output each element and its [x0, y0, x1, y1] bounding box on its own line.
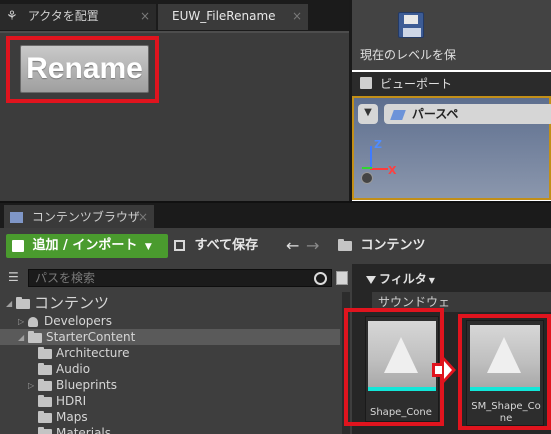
tab-place-actors-label: アクタを配置 [27, 9, 99, 23]
asset-label: SM_Shape_Cone [471, 401, 541, 424]
arrow-right-icon[interactable]: ▷ [18, 314, 28, 330]
path-root-button[interactable]: コンテンツ [338, 234, 448, 258]
folder-icon [38, 410, 52, 423]
save-level-label: 現在のレベルを保 [360, 48, 457, 62]
asset-tile[interactable]: SM_Shape_Cone [466, 320, 544, 426]
asset-thumbnail [368, 321, 436, 387]
asset-thumbnail [470, 325, 540, 387]
close-icon[interactable]: × [140, 4, 150, 28]
chevron-down-icon: ▼ [144, 242, 152, 252]
tree-item-label: Materials [56, 426, 112, 434]
viewport-tab-label: ビューポート [380, 77, 453, 91]
search-placeholder: パスを検索 [35, 271, 96, 285]
filter-icon [366, 275, 376, 284]
tree-item-architecture[interactable]: Architecture [38, 345, 129, 361]
user-icon [28, 316, 38, 327]
add-import-button[interactable]: 追加 / インポート ▼ [6, 234, 168, 258]
tree-item-hdri[interactable]: HDRI [38, 393, 86, 409]
tree-item-label: StarterContent [46, 330, 136, 344]
axis-gizmo: Z X [360, 138, 400, 184]
cone-icon [384, 337, 418, 373]
asset-tile[interactable]: Shape_Cone [365, 316, 439, 422]
tab-content-browser-label: コンテンツブラウザ [31, 210, 140, 224]
close-icon[interactable]: × [292, 4, 302, 28]
save-all-button[interactable]: すべて保存 [174, 234, 274, 258]
folder-icon [338, 238, 352, 251]
filter-tag-label: サウンドウェ [378, 295, 451, 309]
place-actors-icon: ⚘ [6, 9, 18, 24]
cone-icon [487, 337, 521, 373]
add-import-label: 追加 / インポート [32, 238, 138, 253]
tab-euw-filerename[interactable]: EUW_FileRename × [158, 4, 308, 30]
tree-item-maps[interactable]: Maps [38, 409, 88, 425]
axis-z-label: Z [374, 138, 382, 151]
save-all-label: すべて保存 [194, 238, 259, 253]
arrow-right-icon[interactable]: ▷ [28, 378, 38, 394]
asset-label: Shape_Cone [370, 407, 432, 418]
tab-place-actors[interactable]: ⚘ アクタを配置 × [0, 4, 156, 30]
filter-label: フィルタ [379, 272, 427, 286]
viewport-icon [360, 77, 372, 89]
back-button[interactable]: ← [286, 236, 299, 255]
tree-item-startercontent[interactable]: ◢ StarterContent [0, 329, 340, 345]
filter-button[interactable]: フィルタ ▼ [366, 270, 442, 288]
folder-tree: ◢ コンテンツ ▷ Developers ◢ StarterContent Archi… [0, 292, 340, 434]
viewport-tab[interactable]: ビューポート [352, 72, 551, 96]
tab-strip-top: ⚘ アクタを配置 × EUW_FileRename × [0, 0, 349, 31]
search-icon[interactable] [314, 272, 327, 285]
tree-item-label: Blueprints [56, 378, 118, 392]
folder-icon [38, 362, 52, 375]
arrow-down-icon[interactable]: ◢ [18, 330, 28, 346]
sources-panel: ☰ パスを検索 ◢ コンテンツ ▷ Developers ◢ StarterConte… [0, 264, 352, 434]
tree-item-label: Audio [56, 362, 91, 376]
perspective-button[interactable]: パースペ [384, 104, 551, 124]
tab-euw-filerename-label: EUW_FileRename [172, 9, 276, 23]
folder-icon [38, 394, 52, 407]
arrow-down-icon[interactable]: ◢ [6, 294, 16, 314]
save-all-icon [174, 240, 185, 251]
folder-icon [38, 378, 52, 391]
tree-item-blueprints[interactable]: ▷ Blueprints [28, 377, 117, 393]
perspective-icon [390, 109, 406, 120]
save-level-button[interactable]: 現在のレベルを保 [356, 6, 460, 66]
add-icon [12, 239, 24, 252]
dropdown-icon[interactable]: ▼ [358, 104, 378, 124]
perspective-label: パースペ [411, 107, 459, 121]
forward-button[interactable]: → [306, 236, 319, 255]
tree-item-label: コンテンツ [34, 294, 110, 312]
rename-button-label: Rename [26, 52, 143, 85]
cb-tab-strip: コンテンツブラウザ × [0, 201, 551, 229]
chevron-down-icon: ▼ [428, 276, 435, 285]
tree-item-label: Architecture [56, 346, 130, 360]
cb-toolbar: 追加 / インポート ▼ すべて保存 ← → コンテンツ [0, 228, 551, 264]
path-root-label: コンテンツ [360, 238, 426, 253]
level-toolbar: 現在のレベルを保 [352, 0, 551, 70]
tree-item-label: HDRI [56, 394, 87, 408]
asset-type-strip [470, 387, 540, 391]
arrow-right-icon [432, 355, 456, 385]
tree-item-audio[interactable]: Audio [38, 361, 90, 377]
tree-item-content[interactable]: ◢ コンテンツ [6, 293, 109, 313]
tree-item-developers[interactable]: ▷ Developers [18, 313, 112, 329]
folder-icon [16, 296, 30, 309]
folder-icon [38, 426, 52, 434]
tab-content-browser[interactable]: コンテンツブラウザ × [4, 205, 154, 229]
list-options-icon[interactable] [336, 271, 348, 285]
folder-icon [38, 346, 52, 359]
close-icon[interactable]: × [138, 205, 148, 229]
save-disk-icon [398, 12, 424, 38]
tree-item-label: Developers [44, 314, 112, 328]
asset-type-strip [368, 387, 436, 391]
viewport[interactable]: ▼ パースペ Z X [352, 96, 551, 200]
rename-button[interactable]: Rename [20, 45, 149, 93]
tree-item-label: Maps [56, 410, 88, 424]
search-input[interactable]: パスを検索 [28, 269, 332, 287]
tree-item-materials[interactable]: Materials [38, 425, 111, 434]
tree-toggle-icon[interactable]: ☰ [8, 270, 22, 284]
folder-icon [28, 330, 42, 343]
axis-x-label: X [388, 164, 397, 177]
content-browser-icon [10, 212, 23, 223]
